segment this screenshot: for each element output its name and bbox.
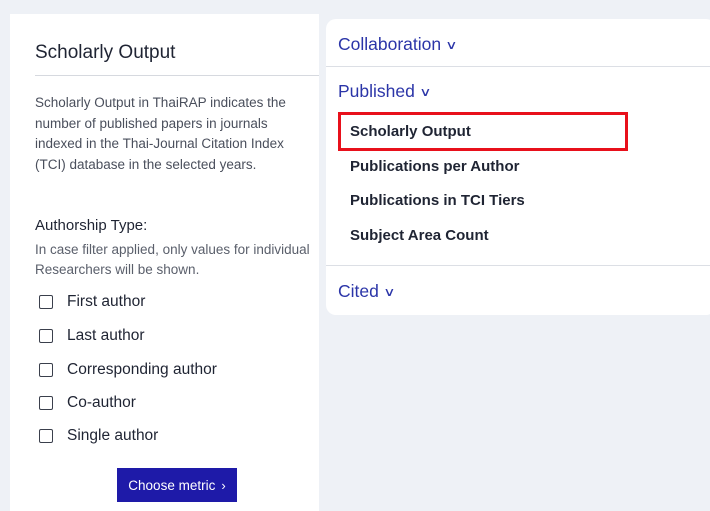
- section-collaboration[interactable]: Collaboration ∨: [338, 34, 458, 55]
- checkbox-icon[interactable]: [39, 329, 53, 343]
- checkbox-first-author[interactable]: First author: [39, 290, 145, 314]
- checkbox-label: Corresponding author: [67, 361, 217, 378]
- choose-metric-label: Choose metric: [128, 477, 216, 493]
- metric-info-panel: Scholarly Output Scholarly Output in Tha…: [10, 14, 319, 511]
- menu-item-subject-area-count[interactable]: Subject Area Count: [350, 227, 489, 244]
- section-label: Collaboration: [338, 34, 442, 54]
- chevron-down-icon: ∨: [445, 37, 458, 52]
- checkbox-corresponding-author[interactable]: Corresponding author: [39, 358, 217, 382]
- checkbox-label: Co-author: [67, 394, 136, 411]
- divider: [326, 66, 710, 67]
- checkbox-label: Last author: [67, 327, 145, 344]
- choose-metric-button[interactable]: Choose metric ›: [117, 468, 237, 502]
- checkbox-icon[interactable]: [39, 429, 53, 443]
- checkbox-icon[interactable]: [39, 396, 53, 410]
- checkbox-label: First author: [67, 293, 146, 310]
- authorship-type-title: Authorship Type:: [35, 217, 148, 234]
- menu-item-scholarly-output[interactable]: Scholarly Output: [350, 123, 471, 140]
- panel-title: Scholarly Output: [35, 42, 176, 63]
- menu-item-publications-per-author[interactable]: Publications per Author: [350, 158, 519, 175]
- checkbox-icon[interactable]: [39, 295, 53, 309]
- divider: [326, 265, 710, 266]
- metric-menu: Collaboration ∨ Published ∨ Scholarly Ou…: [326, 19, 710, 315]
- section-published[interactable]: Published ∨: [338, 81, 432, 102]
- checkbox-icon[interactable]: [39, 363, 53, 377]
- checkbox-co-author[interactable]: Co-author: [39, 391, 136, 415]
- checkbox-single-author[interactable]: Single author: [39, 424, 158, 448]
- chevron-right-icon: ›: [221, 477, 226, 493]
- section-cited[interactable]: Cited ∨: [338, 281, 396, 302]
- chevron-down-icon: ∨: [419, 84, 432, 99]
- authorship-note: In case filter applied, only values for …: [35, 242, 310, 277]
- chevron-down-icon: ∨: [383, 284, 396, 299]
- section-label: Cited: [338, 281, 379, 301]
- section-label: Published: [338, 81, 415, 101]
- menu-item-publications-in-tci-tiers[interactable]: Publications in TCI Tiers: [350, 192, 525, 209]
- metric-description: Scholarly Output in ThaiRAP indicates th…: [35, 95, 286, 172]
- checkbox-label: Single author: [67, 427, 159, 444]
- divider: [35, 75, 319, 76]
- checkbox-last-author[interactable]: Last author: [39, 324, 145, 348]
